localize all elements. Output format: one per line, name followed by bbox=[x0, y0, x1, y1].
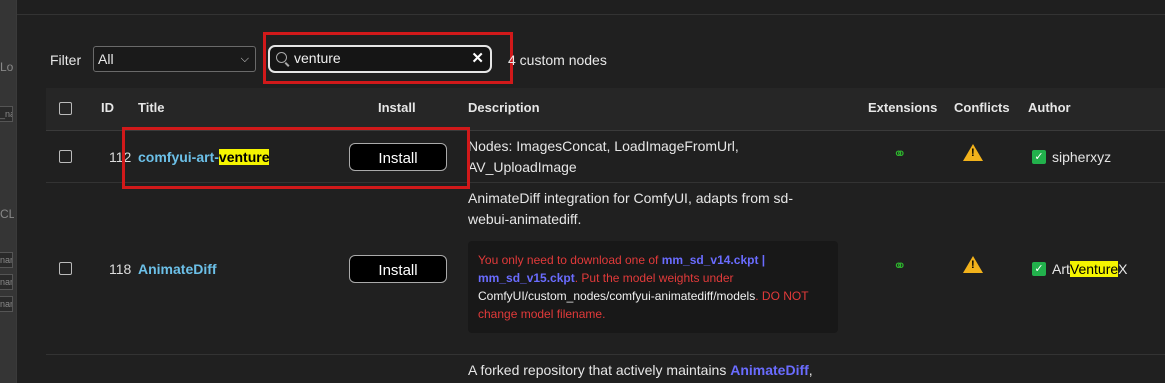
search-value: venture bbox=[294, 50, 341, 66]
column-header-id: ID bbox=[101, 100, 114, 115]
clear-search-icon[interactable]: ✕ bbox=[471, 49, 484, 67]
check-icon: ✓ bbox=[1032, 262, 1046, 276]
node-description: Nodes: ImagesConcat, LoadImageFromUrl, A… bbox=[468, 136, 739, 178]
background-field: nan bbox=[0, 252, 13, 268]
node-description: A forked repository that actively mainta… bbox=[468, 360, 813, 381]
description-line: webui-animatediff. bbox=[468, 211, 582, 227]
chevron-down-icon: ⌵ bbox=[240, 53, 249, 65]
author-text: X bbox=[1118, 261, 1128, 277]
description-line: AV_UploadImage bbox=[468, 159, 577, 175]
conflict-warning-icon[interactable]: ! bbox=[963, 144, 983, 161]
note-link[interactable]: mm_sd_v14.ckpt bbox=[662, 253, 759, 267]
description-text: , bbox=[808, 362, 813, 378]
select-all-checkbox[interactable] bbox=[59, 102, 72, 115]
note-text: . Put the model weights under bbox=[574, 271, 734, 285]
note-separator: | bbox=[758, 253, 766, 267]
node-description: AnimateDiff integration for ComfyUI, ada… bbox=[468, 188, 793, 230]
description-text: A forked repository that actively mainta… bbox=[468, 362, 731, 378]
note-text: change model filename. bbox=[478, 307, 606, 321]
background-text: CL bbox=[0, 207, 14, 221]
row-id: 118 bbox=[109, 261, 132, 277]
extensions-link-icon[interactable]: ⚭ bbox=[893, 144, 906, 164]
author-text: Art bbox=[1052, 261, 1070, 277]
table-header: ID Title Install Description Extensions … bbox=[46, 88, 1165, 131]
node-title-link[interactable]: AnimateDiff bbox=[138, 261, 217, 277]
title-install-highlight-box bbox=[122, 127, 470, 189]
row-checkbox[interactable] bbox=[59, 150, 72, 163]
table-row: A forked repository that actively mainta… bbox=[46, 355, 1165, 383]
description-link[interactable]: AnimateDiff bbox=[730, 362, 809, 378]
description-note: You only need to download one of mm_sd_v… bbox=[468, 241, 838, 333]
conflict-warning-icon[interactable]: ! bbox=[963, 256, 983, 273]
row-checkbox[interactable] bbox=[59, 262, 72, 275]
background-field: nan bbox=[0, 274, 13, 290]
search-icon bbox=[276, 52, 287, 63]
column-header-extensions: Extensions bbox=[868, 100, 938, 115]
description-line: Nodes: ImagesConcat, LoadImageFromUrl, bbox=[468, 138, 739, 154]
background-panel bbox=[0, 0, 16, 383]
column-header-install: Install bbox=[378, 100, 416, 115]
filter-selected-value: All bbox=[98, 51, 114, 67]
check-icon: ✓ bbox=[1032, 150, 1046, 164]
background-text: Lo bbox=[0, 60, 14, 74]
column-header-conflicts: Conflicts bbox=[954, 100, 1010, 115]
custom-nodes-manager-dialog: Filter All ⌵ venture ✕ 4 custom nodes ID… bbox=[16, 0, 1165, 383]
author-name: sipherxyz bbox=[1052, 149, 1112, 165]
install-button[interactable]: Install bbox=[349, 255, 447, 283]
extensions-link-icon[interactable]: ⚭ bbox=[893, 256, 906, 276]
note-path: ComfyUI/custom_nodes/comfyui-animatediff… bbox=[478, 289, 756, 303]
background-field: nan bbox=[0, 296, 13, 312]
filter-select[interactable]: All ⌵ bbox=[93, 46, 256, 72]
result-count: 4 custom nodes bbox=[508, 52, 607, 68]
column-header-author: Author bbox=[1028, 100, 1071, 115]
description-line: AnimateDiff integration for ComfyUI, ada… bbox=[468, 190, 793, 206]
table-row: 118 AnimateDiff Install AnimateDiff inte… bbox=[46, 183, 1165, 355]
note-text: You only need to download one of bbox=[478, 253, 662, 267]
note-text: . DO NOT bbox=[755, 289, 809, 303]
filter-label: Filter bbox=[50, 52, 82, 68]
author-name: ArtVentureX bbox=[1052, 261, 1128, 277]
dialog-top-bar bbox=[17, 0, 1165, 15]
background-field: _na bbox=[0, 106, 13, 122]
column-header-title: Title bbox=[138, 100, 165, 115]
search-input[interactable]: venture ✕ bbox=[268, 45, 492, 73]
search-match-highlight: Venture bbox=[1069, 261, 1119, 277]
column-header-description: Description bbox=[468, 100, 540, 115]
note-link[interactable]: mm_sd_v15.ckpt bbox=[478, 271, 575, 285]
